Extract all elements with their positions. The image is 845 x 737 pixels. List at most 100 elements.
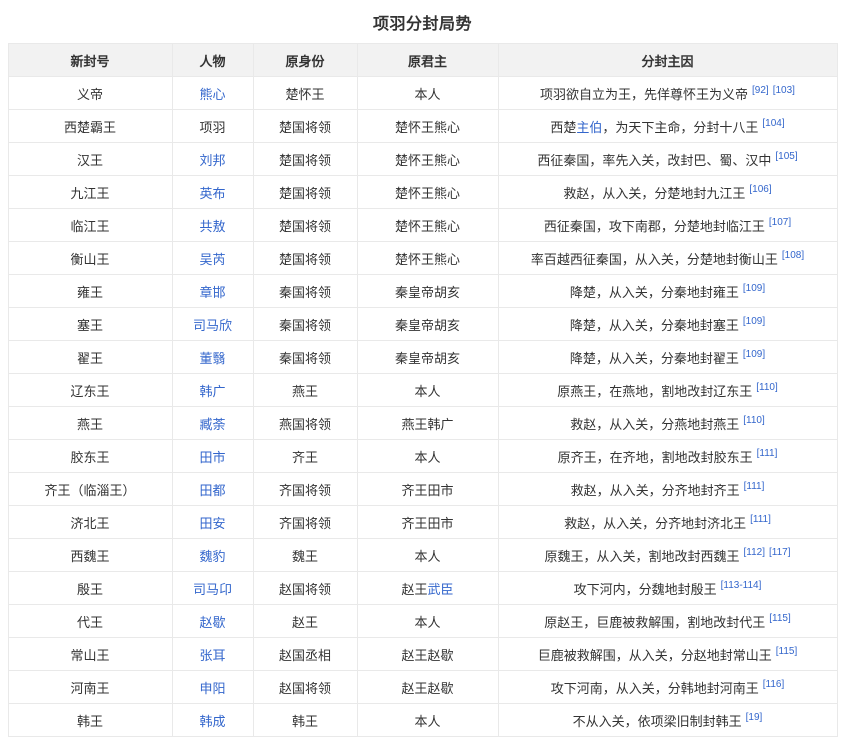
cell-identity: 赵王 <box>253 605 357 638</box>
cell-identity: 赵国丞相 <box>253 638 357 671</box>
cell-text: 原赵王，巨鹿被救解围，割地改封代王 <box>544 615 765 630</box>
cell-text: 攻下河内，分魏地封殷王 <box>574 582 717 597</box>
column-header-4: 分封主因 <box>498 44 837 77</box>
reference-link[interactable]: [110] <box>756 382 778 393</box>
reference-sup: [116] <box>763 679 785 690</box>
cell-reason: 攻下河南，从入关，分韩地封河南王[116] <box>498 671 837 704</box>
reference-link[interactable]: [19] <box>746 712 763 723</box>
reference-link[interactable]: [104] <box>762 118 784 129</box>
cell-new-title: 西楚霸王 <box>8 110 172 143</box>
cell-lord: 楚怀王熊心 <box>357 110 498 143</box>
cell-new-title: 汉王 <box>8 143 172 176</box>
reference-sup: [117] <box>769 547 791 558</box>
reference-link[interactable]: [116] <box>763 679 785 690</box>
cell-person: 吴芮 <box>172 242 253 275</box>
cell-text: 救赵，从入关，分齐地封济北王 <box>564 516 746 531</box>
column-header-2: 原身份 <box>253 44 357 77</box>
cell-reason: 降楚，从入关，分秦地封塞王[109] <box>498 308 837 341</box>
cell-identity: 楚国将领 <box>253 209 357 242</box>
cell-new-title: 代王 <box>8 605 172 638</box>
entity-link[interactable]: 魏豹 <box>199 549 225 564</box>
entity-link[interactable]: 章邯 <box>199 285 225 300</box>
reference-link[interactable]: [117] <box>769 547 791 558</box>
reference-link[interactable]: [113-114] <box>721 580 762 591</box>
cell-text: 秦皇帝胡亥 <box>395 351 460 366</box>
table-row: 汉王刘邦楚国将领楚怀王熊心西征秦国，率先入关，改封巴、蜀、汉中[105] <box>8 143 837 176</box>
reference-link[interactable]: [109] <box>743 349 765 360</box>
cell-new-title: 殷王 <box>8 572 172 605</box>
cell-text: 不从入关，依项梁旧制封韩王 <box>573 714 742 729</box>
reference-link[interactable]: [111] <box>757 448 778 459</box>
cell-reason: 救赵，从入关，分燕地封燕王 [110] <box>498 407 837 440</box>
page: 项羽分封局势 新封号人物原身份原君主分封主因 义帝熊心楚怀王本人项羽欲自立为王，… <box>0 0 845 737</box>
cell-lord: 本人 <box>357 704 498 737</box>
entity-link[interactable]: 刘邦 <box>199 153 225 168</box>
reference-link[interactable]: [110] <box>743 415 765 426</box>
reference-link[interactable]: [103] <box>773 85 795 96</box>
cell-person: 赵歇 <box>172 605 253 638</box>
entity-link[interactable]: 韩成 <box>199 714 225 729</box>
entity-link[interactable]: 司马欣 <box>193 318 232 333</box>
cell-reason: 西征秦国，攻下南郡，分楚地封临江王[107] <box>498 209 837 242</box>
entity-link[interactable]: 董翳 <box>199 351 225 366</box>
reference-link[interactable]: [106] <box>749 184 771 195</box>
entity-link[interactable]: 臧荼 <box>199 417 225 432</box>
table-row: 常山王张耳赵国丞相赵王赵歇巨鹿被救解围，从入关，分赵地封常山王[115] <box>8 638 837 671</box>
reference-link[interactable]: [108] <box>782 250 804 261</box>
reference-sup: [108] <box>782 250 804 261</box>
column-header-0: 新封号 <box>8 44 172 77</box>
reference-link[interactable]: [112] <box>744 547 766 558</box>
cell-new-title: 义帝 <box>8 77 172 110</box>
cell-lord: 秦皇帝胡亥 <box>357 308 498 341</box>
cell-text: 原魏王，从入关，割地改封西魏王 <box>544 549 739 564</box>
cell-lord: 楚怀王熊心 <box>357 242 498 275</box>
entity-link[interactable]: 英布 <box>199 186 225 201</box>
cell-identity: 楚国将领 <box>253 176 357 209</box>
entity-link[interactable]: 申阳 <box>199 681 225 696</box>
reference-link[interactable]: [115] <box>769 613 791 624</box>
cell-text: 救赵，从入关，分燕地封燕王 <box>570 417 739 432</box>
table-row: 西楚霸王项羽楚国将领楚怀王熊心西楚主伯，为天下主命，分封十八王[104] <box>8 110 837 143</box>
cell-reason: 救赵，从入关，分齐地封齐王[111] <box>498 473 837 506</box>
entity-link[interactable]: 田市 <box>199 450 225 465</box>
reference-link[interactable]: [115] <box>776 646 798 657</box>
cell-new-title: 翟王 <box>8 341 172 374</box>
reference-link[interactable]: [92] <box>752 85 769 96</box>
cell-reason: 不从入关，依项梁旧制封韩王 [19] <box>498 704 837 737</box>
reference-sup: [92] <box>752 85 769 96</box>
entity-link[interactable]: 张耳 <box>199 648 225 663</box>
reference-link[interactable]: [109] <box>743 316 765 327</box>
entity-link[interactable]: 共敖 <box>199 219 225 234</box>
reference-link[interactable]: [107] <box>769 217 791 228</box>
cell-identity: 秦国将领 <box>253 275 357 308</box>
cell-lord: 本人 <box>357 539 498 572</box>
entity-link[interactable]: 韩广 <box>199 384 225 399</box>
cell-text: 本人 <box>414 384 440 399</box>
reference-link[interactable]: [105] <box>775 151 797 162</box>
entity-link[interactable]: 田都 <box>199 483 225 498</box>
cell-lord: 楚怀王熊心 <box>357 209 498 242</box>
reference-sup: [105] <box>775 151 797 162</box>
cell-lord: 赵王赵歇 <box>357 671 498 704</box>
entity-link[interactable]: 赵歇 <box>199 615 225 630</box>
cell-new-title: 临江王 <box>8 209 172 242</box>
reference-link[interactable]: [111] <box>750 514 771 525</box>
entity-link[interactable]: 主伯 <box>576 120 602 135</box>
reference-link[interactable]: [111] <box>744 481 765 492</box>
entity-link[interactable]: 熊心 <box>199 87 225 102</box>
entity-link[interactable]: 司马卬 <box>193 582 232 597</box>
cell-reason: 西征秦国，率先入关，改封巴、蜀、汉中[105] <box>498 143 837 176</box>
table-row: 衡山王吴芮楚国将领楚怀王熊心率百越西征秦国，从入关，分楚地封衡山王[108] <box>8 242 837 275</box>
column-header-1: 人物 <box>172 44 253 77</box>
cell-reason: 项羽欲自立为王，先佯尊怀王为义帝[92][103] <box>498 77 837 110</box>
entity-link[interactable]: 田安 <box>199 516 225 531</box>
cell-person: 田安 <box>172 506 253 539</box>
entity-link[interactable]: 吴芮 <box>199 252 225 267</box>
cell-text: 楚怀王熊心 <box>395 219 460 234</box>
reference-link[interactable]: [109] <box>743 283 765 294</box>
entity-link[interactable]: 武臣 <box>428 582 454 597</box>
table-row: 临江王 共敖 楚国将领 楚怀王熊心 西征秦国，攻下南郡，分楚地封临江王[107] <box>8 209 837 242</box>
table-row: 齐王（临淄王）田都齐国将领齐王田市救赵，从入关，分齐地封齐王[111] <box>8 473 837 506</box>
table-row: 燕王臧荼燕国将领燕王韩广救赵，从入关，分燕地封燕王[110] <box>8 407 837 440</box>
cell-identity: 燕国将领 <box>253 407 357 440</box>
